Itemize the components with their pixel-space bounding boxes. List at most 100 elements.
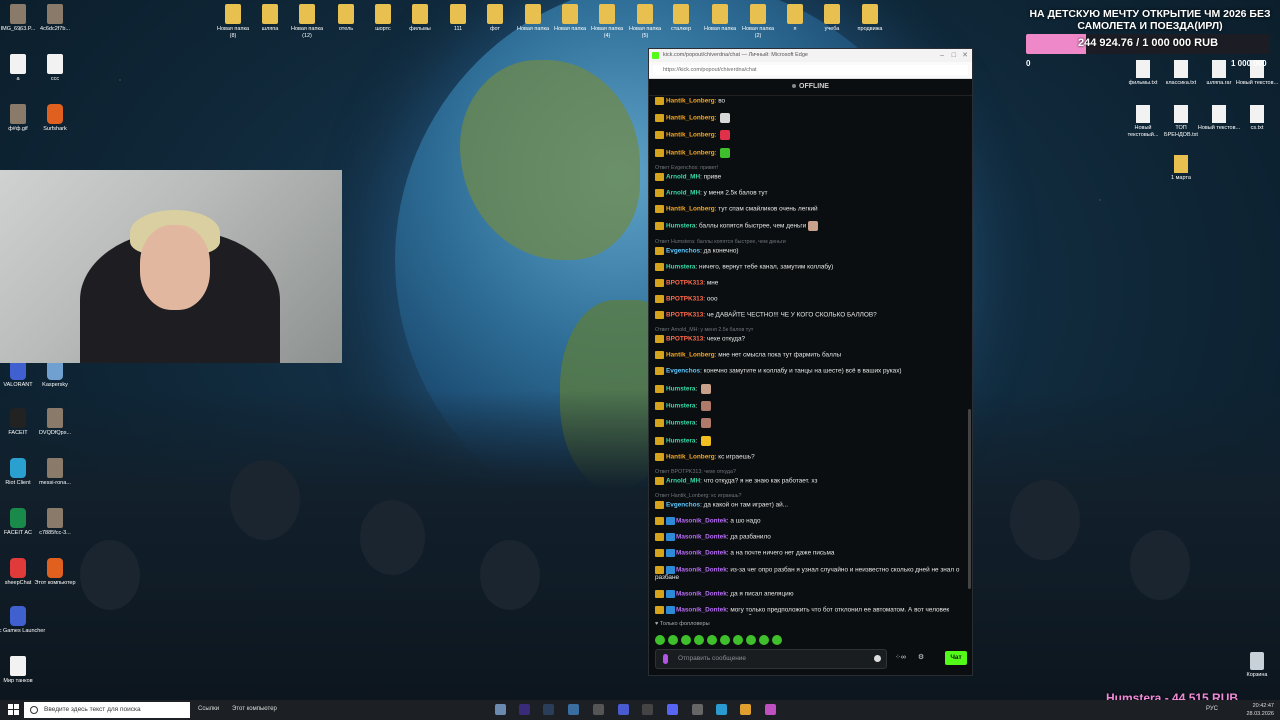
desktop-icon[interactable]: Новая папка (2)	[738, 4, 778, 40]
window-titlebar[interactable]: kick.com/popout/chiverdna/chat — Личный:…	[649, 49, 972, 62]
desktop-icon[interactable]: я	[775, 4, 815, 33]
chat-message[interactable]: BPOTPK313: ооо	[655, 295, 964, 304]
chat-message[interactable]: Hantik_Lonberg: мне нет смысла пока тут …	[655, 351, 964, 360]
chat-browser-window[interactable]: kick.com/popout/chiverdna/chat — Личный:…	[648, 48, 973, 676]
windows-start-icon[interactable]	[8, 704, 19, 715]
url-field[interactable]: https://kick.com/popout/chiverdna/chat	[653, 65, 968, 75]
emote-icon[interactable]	[772, 635, 782, 645]
desktop-icon[interactable]: Surfshark	[25, 104, 85, 133]
chat-message[interactable]: Arnold_MH: приве	[655, 173, 964, 182]
emote-icon[interactable]	[746, 635, 756, 645]
emoji-picker-icon[interactable]	[874, 655, 881, 662]
chat-message[interactable]: Hantik_Lonberg: кс играешь?	[655, 453, 964, 462]
language-indicator[interactable]: РУС	[1206, 706, 1218, 712]
desktop-icon[interactable]: Новая папка (4)	[587, 4, 627, 40]
chat-message[interactable]: Humstera:	[655, 435, 964, 446]
chat-username[interactable]: Masonik_Dontek	[676, 590, 727, 597]
emote-icon[interactable]	[733, 635, 743, 645]
file-manager-icon[interactable]	[495, 704, 506, 715]
desktop-icon[interactable]: 1 марта	[1158, 155, 1204, 182]
chat-message[interactable]: Masonik_Dontek: да разбанило	[655, 533, 964, 542]
emote-icon[interactable]	[694, 635, 704, 645]
chat-username[interactable]: Masonik_Dontek	[676, 550, 727, 557]
chat-input[interactable]: Отправить сообщение	[655, 649, 887, 669]
chat-message[interactable]: Evgenchos: да какой он там играет) ай...	[655, 501, 964, 510]
emote-icon[interactable]	[707, 635, 717, 645]
chat-message[interactable]: Evgenchos: да конечно)	[655, 246, 964, 256]
chat-tools[interactable]: ⁘∞ ⚙	[895, 653, 924, 661]
desktop-icon[interactable]: фот	[475, 4, 515, 33]
vpn-icon[interactable]	[618, 704, 629, 715]
chat-message[interactable]: Hantik_Lonberg:	[655, 147, 964, 158]
chrome-icon[interactable]	[740, 704, 751, 715]
chat-message[interactable]: Hantik_Lonberg: тут спам смайликов очень…	[655, 205, 964, 214]
minimize-icon[interactable]: –	[940, 49, 944, 62]
taskbar-search[interactable]: Введите здесь текст для поиска	[24, 702, 190, 718]
desktop-icon[interactable]: Этот компьютер	[25, 558, 85, 587]
chat-message[interactable]: Masonik_Dontek: из-за чег опро разбан я …	[655, 565, 964, 583]
desktop-icon[interactable]: DVQDfQps...	[25, 408, 85, 437]
chat-username[interactable]: Evgenchos	[666, 502, 700, 509]
desktop-icon[interactable]: фильмы	[400, 4, 440, 33]
chat-message[interactable]: Masonik_Dontek: а шо надо	[655, 517, 964, 526]
desktop-icon[interactable]: отель	[326, 4, 366, 33]
chat-username[interactable]: Humstera	[666, 437, 695, 444]
settings-gear-icon[interactable]: ⚙	[918, 654, 924, 661]
chat-message[interactable]: Masonik_Dontek: могу только предположить…	[655, 605, 964, 615]
chat-username[interactable]: BPOTPK313	[666, 296, 703, 303]
chat-username[interactable]: Hantik_Lonberg	[666, 206, 715, 213]
chat-username[interactable]: Masonik_Dontek	[676, 566, 727, 573]
discord-icon[interactable]	[667, 704, 678, 715]
premiere-icon[interactable]	[519, 704, 530, 715]
desktop-icon[interactable]: c7885fcc-3...	[25, 508, 85, 537]
chat-message[interactable]: Humstera: баллы копятся быстрее, чем ден…	[655, 221, 964, 232]
settings-icon[interactable]	[593, 704, 604, 715]
chat-username[interactable]: Evgenchos	[666, 248, 700, 255]
chat-message[interactable]: BPOTPK313: чехе откуда?	[655, 335, 964, 344]
chat-username[interactable]: Masonik_Dontek	[676, 534, 727, 541]
emote-icon[interactable]	[655, 635, 665, 645]
this-pc-toolbar[interactable]: Этот компьютер	[232, 706, 277, 712]
app-icon[interactable]	[642, 704, 653, 715]
desktop-icon[interactable]: Мир танков	[0, 656, 48, 685]
chat-username[interactable]: Humstera	[666, 223, 695, 230]
chat-messages[interactable]: Hantik_Lonberg: во Hantik_Lonberg: Hantik…	[655, 97, 964, 615]
maximize-icon[interactable]: □	[952, 49, 956, 62]
chat-username[interactable]: Hantik_Lonberg	[666, 454, 715, 461]
chat-username[interactable]: Masonik_Dontek	[676, 606, 727, 613]
desktop-icon[interactable]: Новая папка (12)	[287, 4, 327, 40]
chat-username[interactable]: Hantik_Lonberg	[666, 150, 715, 157]
emote-icon[interactable]	[668, 635, 678, 645]
emote-icon[interactable]	[720, 635, 730, 645]
desktop-icon[interactable]: messi-rona...	[25, 458, 85, 487]
chat-username[interactable]: Arnold_MH	[666, 174, 700, 181]
chat-message[interactable]: Humstera:	[655, 383, 964, 394]
emote-icon[interactable]	[759, 635, 769, 645]
chat-message[interactable]: Hantik_Lonberg: во	[655, 97, 964, 106]
chat-username[interactable]: Humstera	[666, 264, 695, 271]
desktop-icon[interactable]: шляпа	[250, 4, 290, 33]
chat-message[interactable]: BPOTPK313: мне	[655, 279, 964, 288]
desktop-icon[interactable]: 111	[438, 4, 478, 33]
emote-quickbar[interactable]	[655, 632, 785, 650]
app-icon[interactable]	[692, 704, 703, 715]
chat-message[interactable]: Humstera:	[655, 400, 964, 411]
desktop-icon[interactable]: 4c6dc2f7b...	[25, 4, 85, 33]
app-icon[interactable]	[765, 704, 776, 715]
steam-icon[interactable]	[543, 704, 554, 715]
chat-username[interactable]: BPOTPK313	[666, 280, 703, 287]
chat-message[interactable]: Arnold_MH: что откуда? я не знаю как раб…	[655, 477, 964, 486]
chat-username[interactable]: BPOTPK313	[666, 336, 703, 343]
chat-message[interactable]: Hantik_Lonberg:	[655, 130, 964, 141]
desktop-icon[interactable]: продвижа	[850, 4, 890, 33]
chat-username[interactable]: Arnold_MH	[666, 190, 700, 197]
desktop-icon[interactable]: Корзина	[1234, 652, 1280, 679]
desktop-icon[interactable]: Новая папка (8)	[213, 4, 253, 40]
system-clock[interactable]: 20:42:47 28.03.2026	[1246, 702, 1274, 718]
desktop-icon[interactable]: Kaspersky	[25, 360, 85, 389]
points-icon[interactable]: ⁘∞	[895, 654, 906, 661]
chat-username[interactable]: Hantik_Lonberg	[666, 352, 715, 359]
desktop-icon[interactable]: учеба	[812, 4, 852, 33]
chat-username[interactable]: Arnold_MH	[666, 478, 700, 485]
chat-username[interactable]: Humstera	[666, 403, 695, 410]
